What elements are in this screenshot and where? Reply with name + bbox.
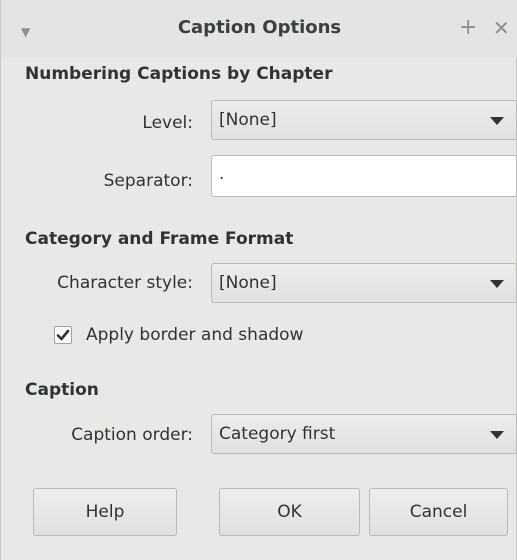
category-heading: Category and Frame Format (25, 229, 294, 249)
apply-border-checkbox[interactable] (54, 326, 72, 344)
window-title: Caption Options (177, 17, 342, 38)
caption-heading: Caption (25, 380, 99, 400)
title-bar: ▼ Caption Options + ✕ (1, 0, 517, 58)
maximize-icon[interactable]: + (459, 17, 477, 39)
caption-order-value: Category first (219, 424, 336, 444)
dropdown-arrow-icon (490, 280, 504, 288)
apply-border-label[interactable]: Apply border and shadow (86, 325, 303, 345)
caption-options-dialog: ▼ Caption Options + ✕ Numbering Captions… (0, 0, 517, 560)
dropdown-arrow-icon (490, 431, 504, 439)
character-style-label: Character style: (57, 273, 193, 293)
character-style-value: [None] (219, 273, 277, 293)
close-icon[interactable]: ✕ (493, 18, 510, 38)
caption-order-combobox[interactable]: Category first (211, 414, 517, 454)
separator-value: . (219, 164, 225, 184)
checkmark-icon (56, 329, 70, 341)
separator-label: Separator: (103, 171, 193, 191)
level-value: [None] (219, 110, 277, 130)
level-combobox[interactable]: [None] (211, 100, 517, 140)
ok-button[interactable]: OK (219, 488, 360, 536)
level-label: Level: (142, 113, 193, 133)
cancel-button[interactable]: Cancel (369, 488, 508, 536)
character-style-combobox[interactable]: [None] (211, 263, 517, 303)
numbering-heading: Numbering Captions by Chapter (25, 64, 333, 84)
separator-field[interactable]: . (211, 155, 517, 197)
dropdown-arrow-icon (490, 117, 504, 125)
help-button[interactable]: Help (33, 488, 177, 536)
caption-order-label: Caption order: (71, 425, 193, 445)
